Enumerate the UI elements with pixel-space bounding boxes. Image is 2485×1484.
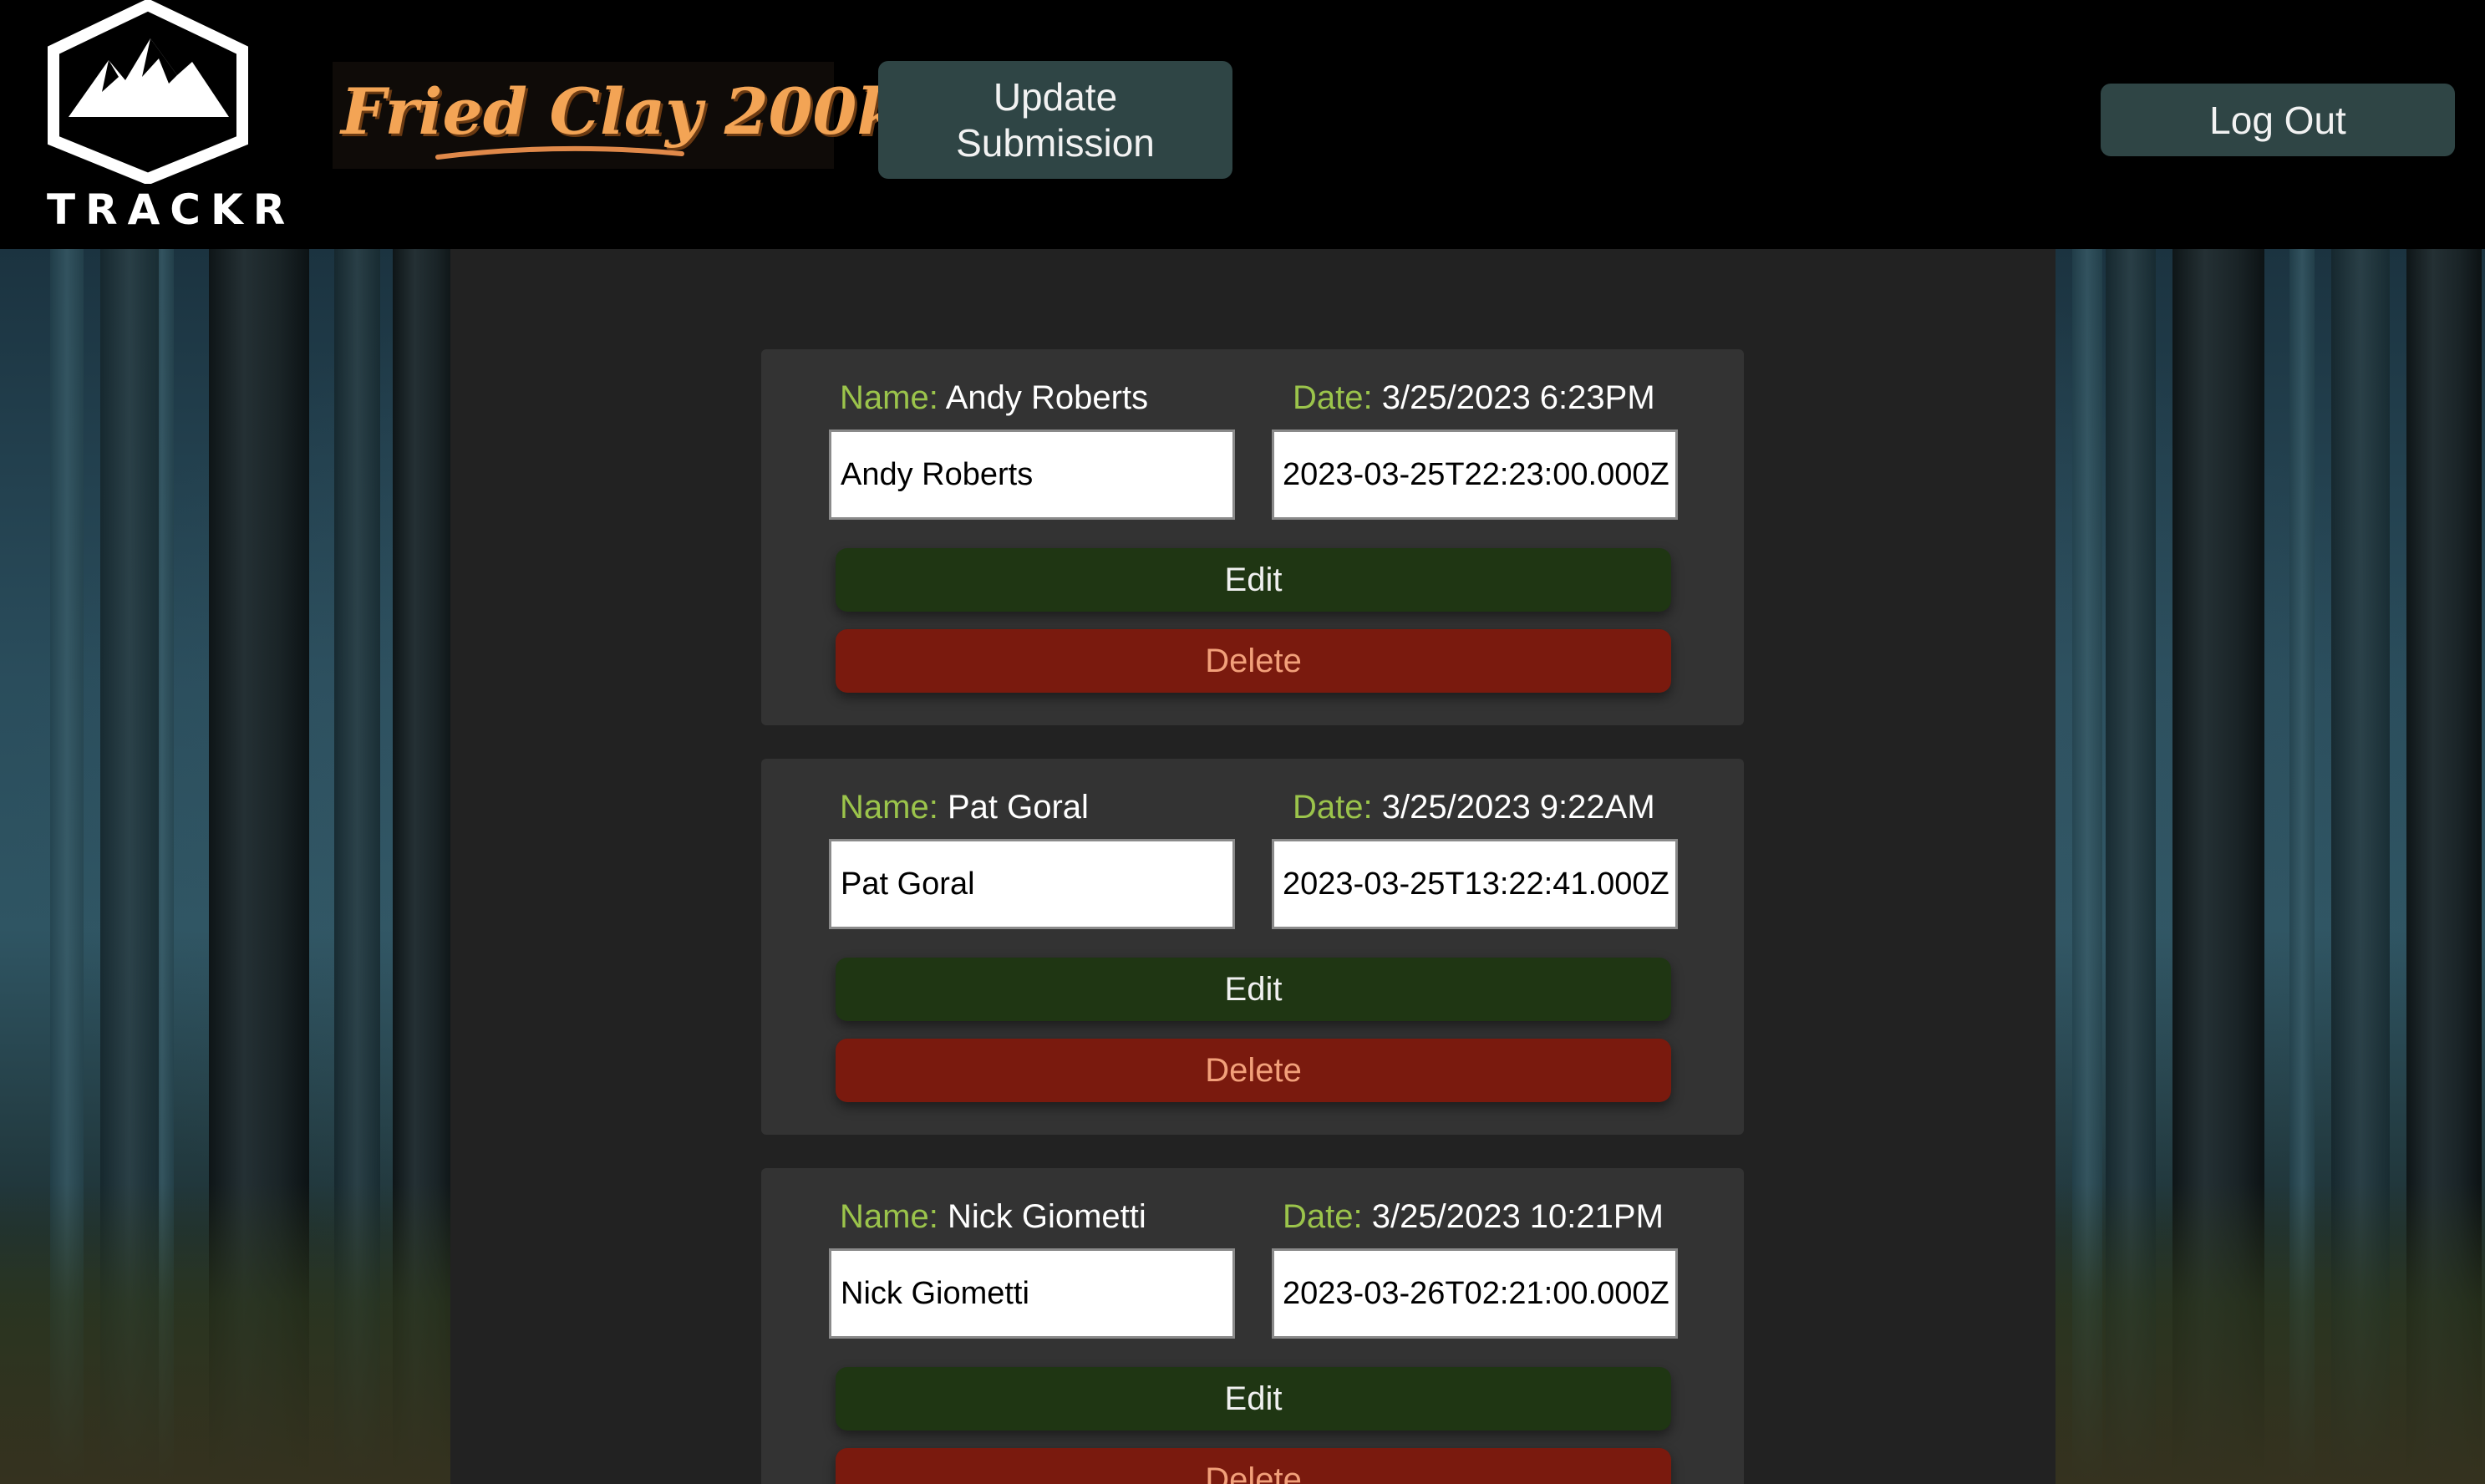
name-input[interactable]: Pat Goral (829, 839, 1235, 929)
event-underline-icon (435, 145, 684, 160)
event-banner: Fried Clay 200k (333, 62, 901, 169)
name-key: Name: (840, 379, 938, 416)
date-value: 3/25/2023 6:23PM (1381, 379, 1655, 416)
date-key: Date: (1293, 789, 1373, 826)
date-key: Date: (1283, 1198, 1363, 1235)
update-submission-button[interactable]: Update Submission (878, 61, 1232, 179)
edit-button[interactable]: Edit (836, 958, 1671, 1021)
update-submission-label: Update Submission (956, 74, 1155, 165)
logo-wordmark: TRACKR (47, 186, 296, 234)
submission-card: Name: Andy Roberts Date: 3/25/2023 6:23P… (761, 349, 1744, 725)
submissions-panel: Name: Andy Roberts Date: 3/25/2023 6:23P… (450, 249, 2056, 1484)
name-key: Name: (840, 1198, 938, 1235)
submission-card: Name: Nick Giometti Date: 3/25/2023 10:2… (761, 1168, 1744, 1484)
date-input[interactable]: 2023-03-26T02:21:00.000Z (1272, 1248, 1678, 1339)
delete-button[interactable]: Delete (836, 1039, 1671, 1102)
date-label: Date: 3/25/2023 9:22AM (1293, 789, 1655, 826)
top-navbar: TRACKR Fried Clay 200k Update Submission… (0, 0, 2485, 249)
date-key: Date: (1293, 379, 1373, 416)
logout-button[interactable]: Log Out (2101, 84, 2455, 156)
name-label: Name: Andy Roberts (840, 379, 1148, 417)
delete-button[interactable]: Delete (836, 629, 1671, 693)
date-label: Date: 3/25/2023 6:23PM (1293, 379, 1655, 417)
name-value: Pat Goral (947, 789, 1089, 826)
name-value: Andy Roberts (945, 379, 1149, 416)
name-key: Name: (840, 789, 938, 826)
date-label: Date: 3/25/2023 10:21PM (1283, 1198, 1664, 1236)
date-input[interactable]: 2023-03-25T22:23:00.000Z (1272, 429, 1678, 520)
name-label: Name: Nick Giometti (840, 1198, 1146, 1236)
date-value: 3/25/2023 10:21PM (1371, 1198, 1664, 1235)
delete-button[interactable]: Delete (836, 1448, 1671, 1484)
date-value: 3/25/2023 9:22AM (1381, 789, 1655, 826)
name-label: Name: Pat Goral (840, 789, 1089, 826)
name-input[interactable]: Andy Roberts (829, 429, 1235, 520)
date-input[interactable]: 2023-03-25T13:22:41.000Z (1272, 839, 1678, 929)
edit-button[interactable]: Edit (836, 548, 1671, 612)
name-value: Nick Giometti (947, 1198, 1146, 1235)
name-input[interactable]: Nick Giometti (829, 1248, 1235, 1339)
edit-button[interactable]: Edit (836, 1367, 1671, 1431)
submission-card: Name: Pat Goral Date: 3/25/2023 9:22AM P… (761, 759, 1744, 1135)
